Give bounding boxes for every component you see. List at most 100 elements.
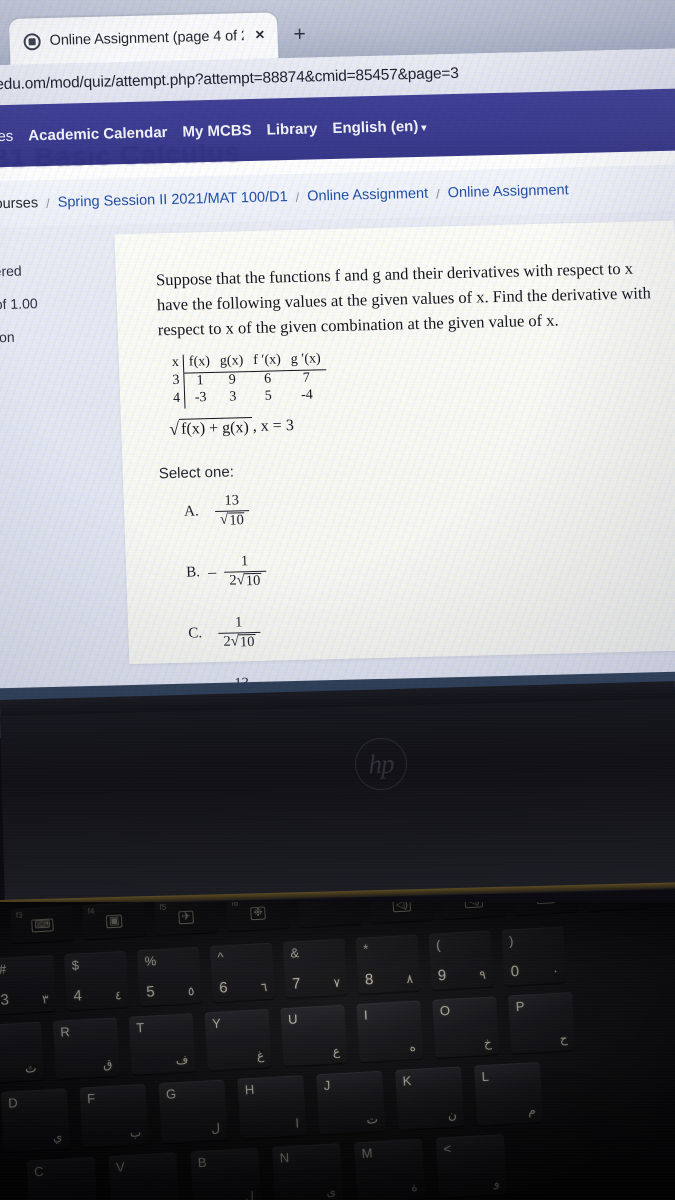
key-0[interactable]: ) 0 ٠ [501, 926, 567, 986]
key-label: 7 [291, 975, 301, 993]
key-arabic-label: ن [447, 1107, 458, 1123]
key-f7[interactable]: f7 [298, 902, 362, 928]
key-8[interactable]: * 8 ٨ [355, 934, 421, 994]
breadcrumb-item-course[interactable]: Spring Session II 2021/MAT 100/D1 [57, 189, 287, 211]
nav-item-academic-calendar[interactable]: Academic Calendar [28, 124, 168, 144]
cell-gx: 3 [229, 389, 237, 405]
key-g[interactable]: Gل [158, 1079, 228, 1144]
key-d[interactable]: Dي [0, 1088, 70, 1152]
key-label: F [86, 1090, 96, 1107]
breadcrumb-item-courses[interactable]: courses [0, 195, 38, 212]
breadcrumb-separator: / [45, 195, 50, 211]
key-f5[interactable]: f5 ✈ [154, 902, 219, 936]
cell-gx: 9 [228, 371, 236, 388]
close-icon[interactable]: × [252, 27, 268, 44]
key-t[interactable]: Tف [128, 1013, 196, 1075]
nav-item-my-mcbs[interactable]: My MCBS [182, 121, 252, 140]
answer-option-b[interactable]: B. – 1 2 √ 10 [186, 553, 267, 592]
key-arabic-label: ر [166, 1194, 173, 1200]
key-h[interactable]: Hا [237, 1075, 307, 1139]
key-label: L [481, 1068, 490, 1085]
key-f4[interactable]: f4 ▣ [82, 902, 147, 940]
key-m[interactable]: Mة [354, 1138, 426, 1200]
cell-gprime: 7 [302, 370, 311, 386]
new-tab-button[interactable]: + [293, 23, 306, 46]
key-label: B [197, 1154, 207, 1171]
key-e[interactable]: Eث [0, 1021, 45, 1084]
key-arabic-label: ب [129, 1125, 142, 1140]
key-f[interactable]: Fب [79, 1083, 149, 1148]
key-fn-label: f3 [15, 910, 23, 920]
key-label: I [363, 1007, 368, 1023]
key-6[interactable]: ^ 6 ٦ [209, 942, 275, 1003]
key-icon: ◁) [536, 902, 556, 904]
key-shift-label: ( [435, 937, 441, 953]
question-text: Suppose that the functions f and g and t… [155, 258, 652, 340]
key-f10[interactable]: f10◁) [513, 902, 578, 916]
fraction-denominator: √ 10 [214, 510, 251, 530]
key-i[interactable]: Iه [356, 1000, 424, 1062]
laptop-screen: ‹ Online Assignment (page 4 of 20 × + ..… [0, 0, 675, 740]
cell-fx: -3 [194, 390, 207, 406]
nav-item-language[interactable]: English (en) ▾ [332, 117, 426, 136]
key-shift-label: # [0, 961, 7, 977]
key-f11[interactable]: f11 [585, 902, 650, 911]
nav-item-courses[interactable]: rses [0, 127, 14, 145]
sqrt-group: √ 10 [236, 572, 262, 591]
key-k[interactable]: Kن [395, 1066, 465, 1130]
key-shift-label: % [144, 953, 157, 969]
laptop-deck [0, 698, 675, 906]
sqrt-radicand: 10 [238, 633, 256, 652]
key-label: 8 [364, 971, 374, 989]
photo-of-laptop: ‹ Online Assignment (page 4 of 20 × + ..… [0, 0, 675, 1200]
answer-option-c[interactable]: C. 1 2 √ 10 [188, 614, 269, 652]
sqrt-group: √ 10 [220, 512, 246, 530]
breadcrumb-item-activity[interactable]: Online Assignment [307, 186, 428, 205]
key-fn-label: f7 [303, 902, 310, 904]
breadcrumb-item-attempt[interactable]: Online Assignment [447, 182, 568, 201]
key-label: G [165, 1086, 177, 1102]
key-5[interactable]: % 5 ٥ [136, 946, 202, 1007]
key-f9[interactable]: f9◁) [441, 902, 506, 920]
key-y[interactable]: Yغ [204, 1008, 272, 1071]
key-f3[interactable]: f3 ⌨ [10, 905, 75, 944]
key-arabic-label: خ [483, 1035, 493, 1050]
browser-tab[interactable]: Online Assignment (page 4 of 20 × [8, 12, 279, 65]
key-n[interactable]: Nى [272, 1143, 344, 1200]
key-c[interactable]: Cؤ [26, 1156, 98, 1200]
flag-question-link[interactable]: ion [0, 326, 116, 345]
key-label: N [279, 1150, 290, 1166]
option-minus: – [207, 563, 217, 581]
question-expression: √ f(x) + g(x) , x = 3 [169, 416, 294, 439]
question-state: ered [0, 262, 22, 280]
key-p[interactable]: Pح [508, 991, 576, 1054]
key-b[interactable]: Bل [190, 1147, 262, 1200]
key-arabic-label: ت [366, 1112, 379, 1127]
key-o[interactable]: Oخ [432, 996, 500, 1058]
key-label: 0 [510, 962, 520, 981]
nav-item-library[interactable]: Library [266, 120, 317, 138]
key-f8[interactable]: f8◁) [369, 902, 434, 924]
answer-option-a[interactable]: A. 13 √ 10 [184, 492, 265, 531]
key-r[interactable]: Rق [52, 1017, 120, 1079]
key-l[interactable]: Lم [473, 1061, 544, 1126]
key-comma[interactable]: < و [435, 1134, 508, 1198]
tab-title: Online Assignment (page 4 of 20 [49, 28, 244, 49]
key-arabic-label: ٣ [41, 992, 49, 1007]
key-4[interactable]: $4 ٤ [64, 950, 130, 1011]
key-arabic-label: ق [102, 1056, 113, 1072]
key-v[interactable]: Vر [108, 1152, 180, 1200]
key-3[interactable]: #3 ٣ [0, 954, 57, 1015]
key-9[interactable]: (9 ٩ [428, 930, 494, 990]
key-label: D [7, 1095, 19, 1111]
th-x: x [166, 354, 184, 374]
key-label: < [443, 1140, 452, 1157]
key-fn-label: f5 [159, 902, 167, 912]
key-j[interactable]: Jت [316, 1070, 386, 1135]
key-f6[interactable]: f6 ❉ [226, 902, 290, 932]
key-label: J [323, 1077, 331, 1093]
key-7[interactable]: & 7 ٧ [282, 938, 348, 998]
cell-gprime: -4 [300, 387, 314, 403]
key-fn-label: f6 [231, 902, 239, 908]
key-u[interactable]: Uع [280, 1004, 348, 1067]
